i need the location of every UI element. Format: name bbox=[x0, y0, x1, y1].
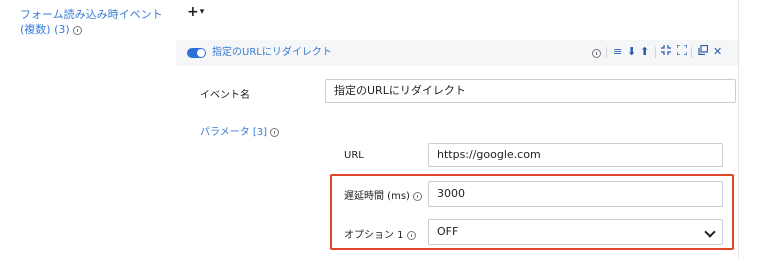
chevron-down-icon bbox=[704, 226, 716, 238]
option1-label-text: オプション 1 bbox=[344, 230, 404, 241]
reorder-icon[interactable]: ≡ bbox=[613, 45, 622, 59]
add-event-button[interactable]: +▾ bbox=[187, 4, 204, 20]
plus-icon: + bbox=[187, 4, 199, 20]
info-icon[interactable] bbox=[592, 46, 601, 60]
parameters-label-text: パラメータ [3] bbox=[200, 127, 268, 138]
event-card-header: 指定のURLにリダイレクト ≡ ⬇ ⬆ ✕ bbox=[176, 40, 738, 66]
delay-label: 遅延時間 (ms) bbox=[344, 187, 423, 202]
info-icon[interactable] bbox=[413, 191, 423, 201]
delete-icon[interactable]: ✕ bbox=[713, 45, 722, 59]
section-label: フォーム読み込み時イベント (複数) (3) bbox=[20, 7, 178, 37]
section-label-text: フォーム読み込み時イベント (複数) (3) bbox=[20, 8, 163, 36]
info-icon[interactable] bbox=[270, 127, 280, 137]
info-icon[interactable] bbox=[73, 25, 83, 35]
option1-label: オプション 1 bbox=[344, 226, 416, 241]
url-input[interactable]: https://google.com bbox=[428, 143, 723, 167]
url-value: https://google.com bbox=[437, 148, 541, 161]
option1-select[interactable]: OFF bbox=[428, 219, 723, 245]
panel-right-border bbox=[738, 0, 739, 258]
delay-label-text: 遅延時間 (ms) bbox=[344, 191, 410, 202]
copy-icon[interactable] bbox=[698, 44, 709, 59]
event-name-input[interactable]: 指定のURLにリダイレクト bbox=[325, 79, 736, 103]
expand-icon[interactable] bbox=[676, 44, 688, 59]
parameters-label: パラメータ [3] bbox=[200, 123, 280, 138]
event-card-title: 指定のURLにリダイレクト bbox=[212, 47, 332, 58]
toolbar-divider bbox=[655, 47, 656, 58]
toolbar-divider bbox=[606, 47, 607, 58]
event-name-value: 指定のURLにリダイレクト bbox=[334, 84, 466, 97]
url-label: URL bbox=[344, 150, 364, 161]
info-icon[interactable] bbox=[406, 230, 416, 240]
collapse-icon[interactable] bbox=[661, 45, 671, 59]
delay-input[interactable]: 3000 bbox=[428, 181, 723, 207]
toolbar-divider bbox=[691, 47, 692, 58]
move-up-icon[interactable]: ⬆ bbox=[640, 45, 649, 59]
delay-value: 3000 bbox=[437, 187, 465, 200]
caret-down-icon: ▾ bbox=[199, 7, 205, 17]
event-name-label: イベント名 bbox=[200, 90, 250, 101]
option1-value: OFF bbox=[437, 225, 459, 238]
enable-toggle[interactable] bbox=[187, 48, 206, 58]
move-down-icon[interactable]: ⬇ bbox=[627, 45, 636, 59]
